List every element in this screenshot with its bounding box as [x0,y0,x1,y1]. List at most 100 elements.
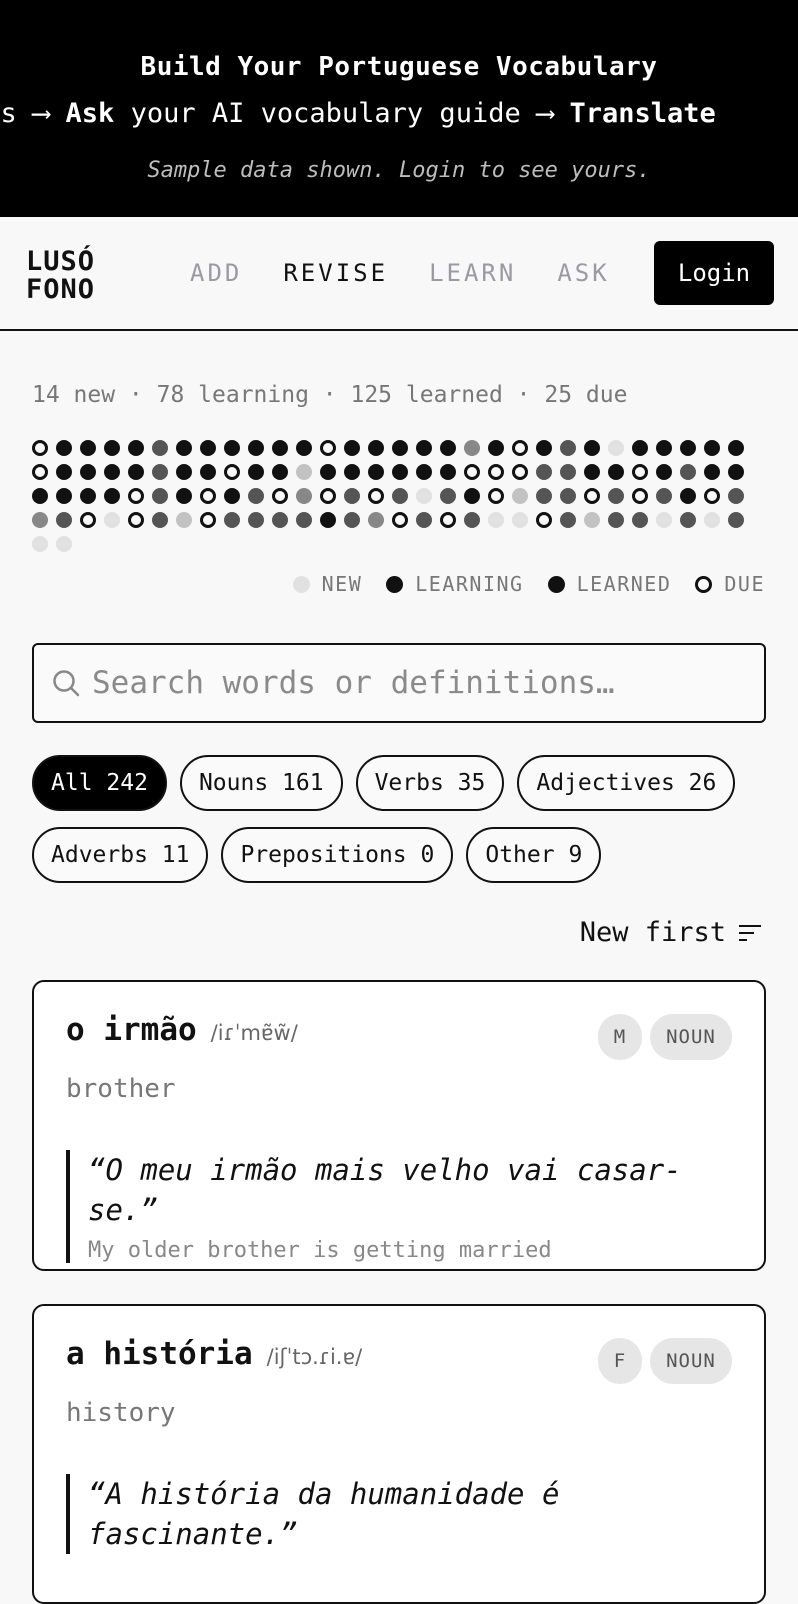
nav-links: ADD REVISE LEARN ASK [190,259,651,287]
login-button[interactable]: Login [654,241,774,305]
legend-new: NEW [292,572,363,596]
word-status-dot [488,440,504,456]
filter-adverbs[interactable]: Adverbs 11 [32,827,209,883]
word-status-dot [536,440,552,456]
word-status-dot [128,512,144,528]
word-status-dot [224,512,240,528]
banner-title: Build Your Portuguese Vocabulary [140,52,658,82]
word-status-dot [152,464,168,480]
word-status-dot [248,440,264,456]
filter-adjectives[interactable]: Adjectives 26 [517,755,736,811]
word-status-dot [32,464,48,480]
word-status-dot [344,440,360,456]
progress-dot-grid [32,436,772,556]
filter-chips: All 242 Nouns 161 Verbs 35 Adjectives 26 Adv… [32,755,772,899]
nav-link-add[interactable]: ADD [190,259,242,287]
word-status-dot [152,512,168,528]
marquee-segment: lls ⟶ [0,98,50,129]
word-status-dot [368,512,384,528]
word-status-dot [536,464,552,480]
legend-due-label: DUE [724,572,765,596]
word-status-dot [680,464,696,480]
word-status-dot [200,440,216,456]
sort-button[interactable]: New first [580,917,762,948]
word-card[interactable]: a história/iʃˈtɔ.ɾi.ɐ/ F NOUN history “A… [32,1304,766,1604]
word-status-dot [728,512,744,528]
word-status-dot [152,488,168,504]
word-status-dot [728,464,744,480]
card-example: “O meu irmão mais velho vai casar-se.” M… [66,1150,732,1263]
word-status-dot [560,464,576,480]
word-status-dot [560,488,576,504]
word-status-dot [464,488,480,504]
card-ipa: /iɾˈmɐ̃w̃/ [210,1021,298,1045]
filter-verbs[interactable]: Verbs 35 [355,755,505,811]
card-word: a história [66,1336,253,1372]
word-status-dot [560,440,576,456]
word-status-dot [488,464,504,480]
word-status-dot [512,512,528,528]
legend-due-dot [695,575,713,593]
word-status-dot [608,512,624,528]
legend-new-dot [292,575,310,593]
word-status-dot [560,512,576,528]
marquee-segment: Ask [65,98,115,129]
nav-link-learn[interactable]: LEARN [429,259,516,287]
word-status-dot [296,488,312,504]
word-card[interactable]: o irmão/iɾˈmɐ̃w̃/ M NOUN brother “O meu … [32,980,766,1271]
word-status-dot [416,440,432,456]
promo-banner: Build Your Portuguese Vocabulary lls ⟶ A… [0,0,798,217]
card-definition: history [66,1398,176,1428]
word-status-dot [320,512,336,528]
word-status-dot [128,464,144,480]
filter-other[interactable]: Other 9 [466,827,602,883]
card-tags: M NOUN [590,1014,732,1060]
word-status-dot [320,440,336,456]
word-status-dot [656,488,672,504]
search-input[interactable] [90,664,734,702]
word-status-dot [80,440,96,456]
nav-link-revise[interactable]: REVISE [283,259,388,287]
legend-learned-dot [547,575,565,593]
word-status-dot [656,464,672,480]
word-status-dot [512,440,528,456]
nav-link-ask[interactable]: ASK [557,259,609,287]
word-status-dot [224,464,240,480]
card-word: o irmão [66,1012,197,1048]
sort-icon [739,924,761,941]
word-status-dot [344,512,360,528]
word-status-dot [512,464,528,480]
word-status-dot [608,440,624,456]
word-status-dot [488,488,504,504]
filter-nouns[interactable]: Nouns 161 [179,755,343,811]
word-status-dot [608,488,624,504]
word-status-dot [200,488,216,504]
word-status-dot [248,464,264,480]
legend-learned: LEARNED [547,572,672,596]
word-status-dot [680,488,696,504]
word-status-dot [32,440,48,456]
word-status-dot [416,488,432,504]
word-status-dot [464,512,480,528]
sort-label: New first [579,917,726,948]
word-status-dot [680,440,696,456]
word-status-dot [488,512,504,528]
word-status-dot [392,488,408,504]
logo[interactable]: LUSÓ FONO [26,248,95,304]
word-status-dot [224,488,240,504]
word-status-dot [320,488,336,504]
stats-summary: 14 new · 78 learning · 125 learned · 25 … [32,382,628,408]
word-status-dot [176,488,192,504]
word-status-dot [344,488,360,504]
word-status-dot [56,488,72,504]
word-status-dot [632,488,648,504]
word-status-dot [104,464,120,480]
word-status-dot [56,536,72,552]
word-status-dot [704,440,720,456]
word-status-dot [704,488,720,504]
filter-prepositions[interactable]: Prepositions 0 [221,827,454,883]
search-box [32,643,766,723]
word-status-dot [632,464,648,480]
filter-all[interactable]: All 242 [32,755,167,811]
word-status-dot [368,464,384,480]
